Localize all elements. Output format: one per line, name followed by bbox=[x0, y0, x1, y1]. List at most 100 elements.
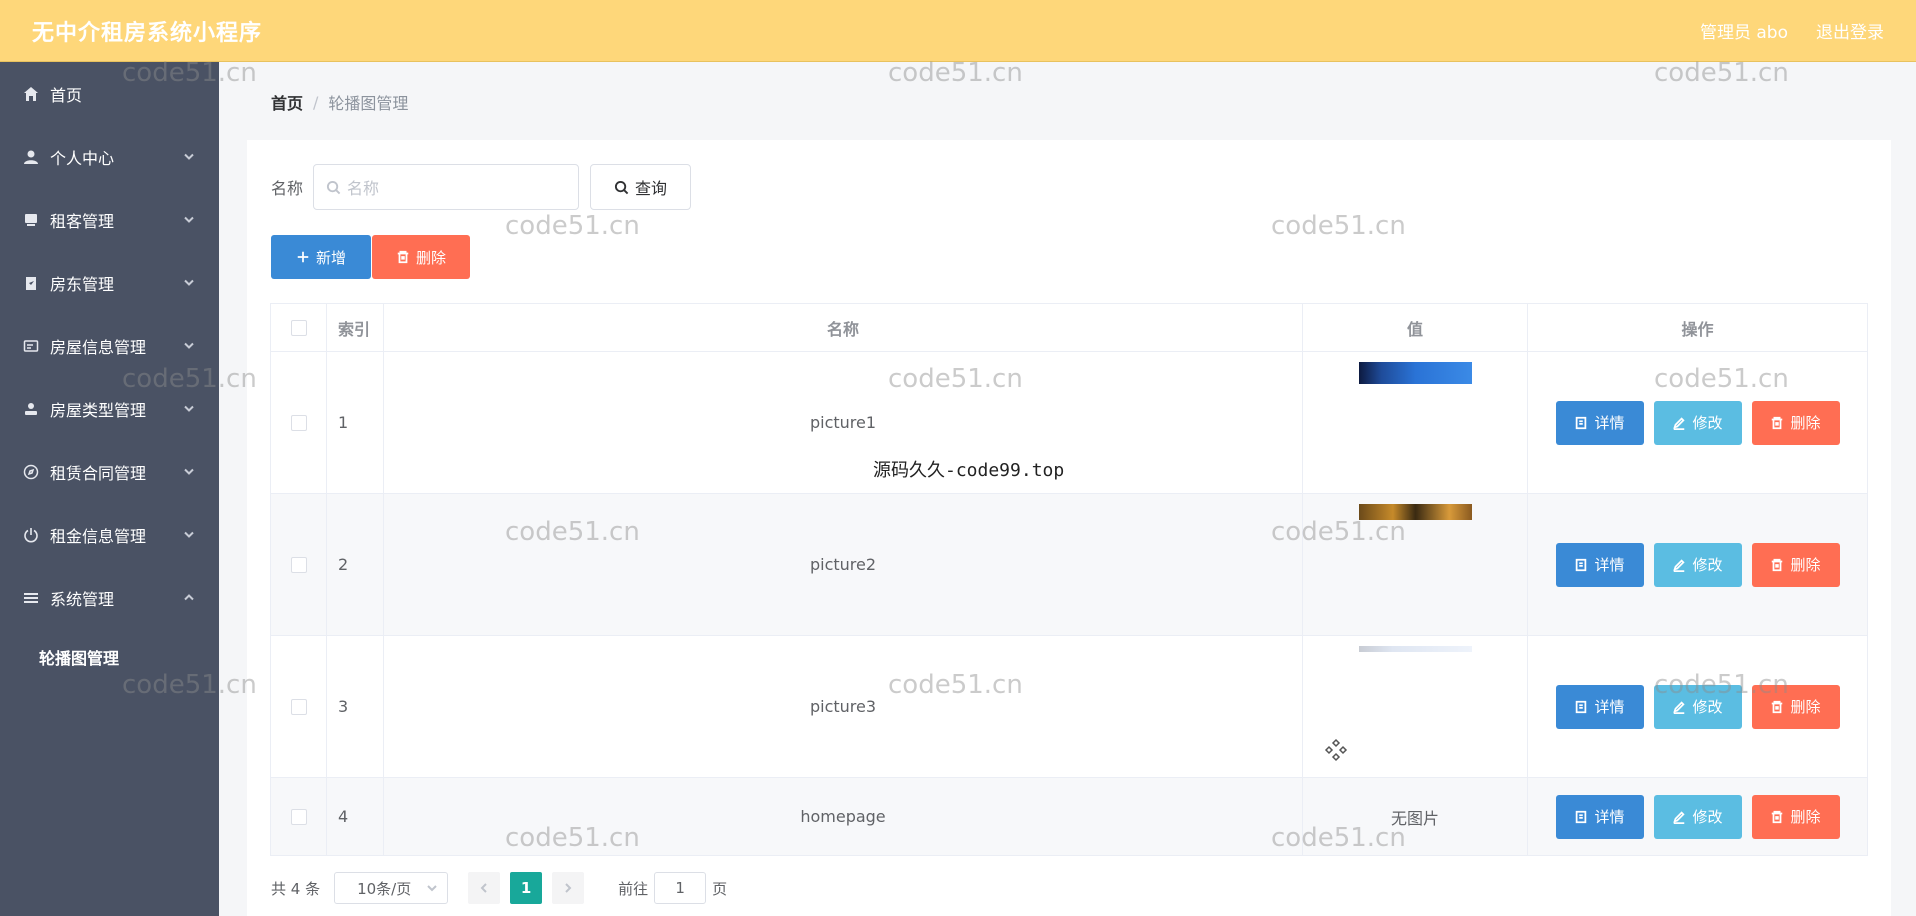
goto-suffix: 页 bbox=[712, 879, 728, 898]
search-input[interactable]: 名称 bbox=[313, 164, 580, 210]
delete-label: 删除 bbox=[1790, 698, 1821, 716]
table-row: 1 picture1 详情 修改 删除 bbox=[270, 352, 1868, 494]
row-checkbox-cell bbox=[270, 352, 327, 493]
row-index: 1 bbox=[327, 352, 384, 493]
sidebar-item-label: 房屋信息管理 bbox=[50, 337, 147, 357]
sidebar-item-label: 房东管理 bbox=[50, 274, 115, 294]
sidebar-subitem-carousel[interactable]: 轮播图管理 bbox=[0, 629, 219, 685]
goto-label: 前往 bbox=[618, 879, 649, 898]
search-icon bbox=[326, 180, 341, 194]
edit-button[interactable]: 修改 bbox=[1653, 684, 1742, 729]
document-icon bbox=[1576, 700, 1587, 713]
table-row: 2 picture2 详情 修改 删除 bbox=[270, 494, 1868, 636]
tenant-icon bbox=[22, 211, 40, 229]
sidebar-item-system[interactable]: 系统管理 bbox=[0, 566, 219, 629]
sidebar-item-contract[interactable]: 租赁合同管理 bbox=[0, 440, 219, 503]
row-checkbox[interactable] bbox=[290, 414, 307, 431]
sidebar-item-house-type[interactable]: 房屋类型管理 bbox=[0, 377, 219, 440]
prev-page-button[interactable] bbox=[468, 872, 501, 904]
page-size-select[interactable]: 10条/页 bbox=[334, 872, 449, 904]
row-checkbox[interactable] bbox=[290, 808, 307, 825]
delete-button[interactable]: 删除 bbox=[1751, 684, 1840, 729]
chevron-right-icon bbox=[565, 883, 572, 893]
row-thumbnail[interactable] bbox=[1358, 646, 1472, 652]
chevron-left-icon bbox=[480, 883, 487, 893]
edit-label: 修改 bbox=[1692, 556, 1723, 574]
trash-icon bbox=[1772, 810, 1783, 823]
app-title: 无中介租房系统小程序 bbox=[32, 20, 263, 46]
detail-label: 详情 bbox=[1594, 808, 1625, 826]
breadcrumb-home[interactable]: 首页 bbox=[271, 90, 303, 114]
sidebar-item-home[interactable]: 首页 bbox=[0, 62, 219, 125]
detail-button[interactable]: 详情 bbox=[1555, 794, 1644, 839]
chevron-down-icon bbox=[183, 210, 195, 229]
edit-label: 修改 bbox=[1692, 414, 1723, 432]
next-page-button[interactable] bbox=[552, 872, 585, 904]
edit-button[interactable]: 修改 bbox=[1653, 400, 1742, 445]
goto-page: 前往 1 页 bbox=[618, 872, 727, 904]
row-ops: 详情 修改 删除 bbox=[1528, 778, 1868, 855]
delete-button[interactable]: 删除 bbox=[1751, 542, 1840, 587]
row-checkbox[interactable] bbox=[290, 556, 307, 573]
sidebar-item-tenant[interactable]: 租客管理 bbox=[0, 188, 219, 251]
row-name: picture3 bbox=[384, 636, 1303, 777]
search-label: 名称 bbox=[271, 179, 304, 198]
detail-button[interactable]: 详情 bbox=[1555, 542, 1644, 587]
query-button[interactable]: 查询 bbox=[590, 164, 692, 210]
sidebar-item-label: 房屋类型管理 bbox=[50, 400, 147, 420]
page-number-current[interactable]: 1 bbox=[510, 872, 543, 904]
row-checkbox-cell bbox=[270, 778, 327, 855]
logout-link[interactable]: 退出登录 bbox=[1816, 18, 1884, 43]
menu-icon bbox=[22, 589, 40, 607]
row-ops: 详情 修改 删除 bbox=[1528, 494, 1868, 635]
add-button-label: 新增 bbox=[315, 248, 346, 267]
delete-label: 删除 bbox=[1790, 414, 1821, 432]
pencil-icon bbox=[1673, 810, 1686, 824]
row-name: picture1 bbox=[384, 352, 1303, 493]
search-placeholder: 名称 bbox=[347, 179, 380, 198]
row-thumbnail[interactable] bbox=[1358, 504, 1472, 520]
edit-label: 修改 bbox=[1692, 808, 1723, 826]
sidebar-item-label: 系统管理 bbox=[50, 589, 115, 609]
detail-label: 详情 bbox=[1594, 414, 1625, 432]
card-icon bbox=[22, 337, 40, 355]
header-name: 名称 bbox=[384, 304, 1303, 351]
row-ops: 详情 修改 删除 bbox=[1528, 636, 1868, 777]
row-checkbox[interactable] bbox=[290, 698, 307, 715]
trash-icon bbox=[1772, 700, 1783, 713]
edit-button[interactable]: 修改 bbox=[1653, 542, 1742, 587]
row-ops: 详情 修改 删除 bbox=[1528, 352, 1868, 493]
trash-icon bbox=[1772, 558, 1783, 571]
search-row: 名称 名称 查询 bbox=[271, 164, 692, 210]
goto-page-input[interactable]: 1 bbox=[654, 872, 707, 904]
header-ops: 操作 bbox=[1528, 304, 1868, 351]
sidebar-item-house-info[interactable]: 房屋信息管理 bbox=[0, 314, 219, 377]
document-icon bbox=[1576, 810, 1587, 823]
table-row: 3 picture3 详情 修改 删除 bbox=[270, 636, 1868, 778]
document-icon bbox=[1576, 416, 1587, 429]
sidebar-item-label: 租金信息管理 bbox=[50, 526, 147, 546]
trash-icon bbox=[1772, 416, 1783, 429]
admin-label[interactable]: 管理员 abo bbox=[1700, 18, 1788, 43]
action-row: 新增 删除 bbox=[271, 235, 470, 279]
plus-icon bbox=[297, 251, 309, 263]
detail-label: 详情 bbox=[1594, 556, 1625, 574]
pencil-icon bbox=[1673, 700, 1686, 714]
top-right-links: 管理员 abo 退出登录 bbox=[1700, 18, 1884, 43]
batch-delete-button[interactable]: 删除 bbox=[372, 235, 470, 279]
sidebar-item-profile[interactable]: 个人中心 bbox=[0, 125, 219, 188]
search-icon bbox=[614, 180, 629, 194]
sidebar-item-rent[interactable]: 租金信息管理 bbox=[0, 503, 219, 566]
add-button[interactable]: 新增 bbox=[271, 235, 371, 279]
detail-button[interactable]: 详情 bbox=[1555, 684, 1644, 729]
row-thumbnail[interactable] bbox=[1358, 362, 1472, 384]
main-content: 首页 / 轮播图管理 名称 名称 查询 新增 删除 索引 名称 值 操作 1 p… bbox=[219, 62, 1916, 916]
detail-button[interactable]: 详情 bbox=[1555, 400, 1644, 445]
carousel-table: 索引 名称 值 操作 1 picture1 详情 修改 删除 2 picture… bbox=[270, 303, 1868, 856]
delete-button[interactable]: 删除 bbox=[1751, 794, 1840, 839]
edit-button[interactable]: 修改 bbox=[1653, 794, 1742, 839]
delete-button[interactable]: 删除 bbox=[1751, 400, 1840, 445]
select-all-checkbox[interactable] bbox=[290, 319, 307, 336]
sidebar-item-landlord[interactable]: 房东管理 bbox=[0, 251, 219, 314]
row-value-cell bbox=[1303, 494, 1528, 635]
